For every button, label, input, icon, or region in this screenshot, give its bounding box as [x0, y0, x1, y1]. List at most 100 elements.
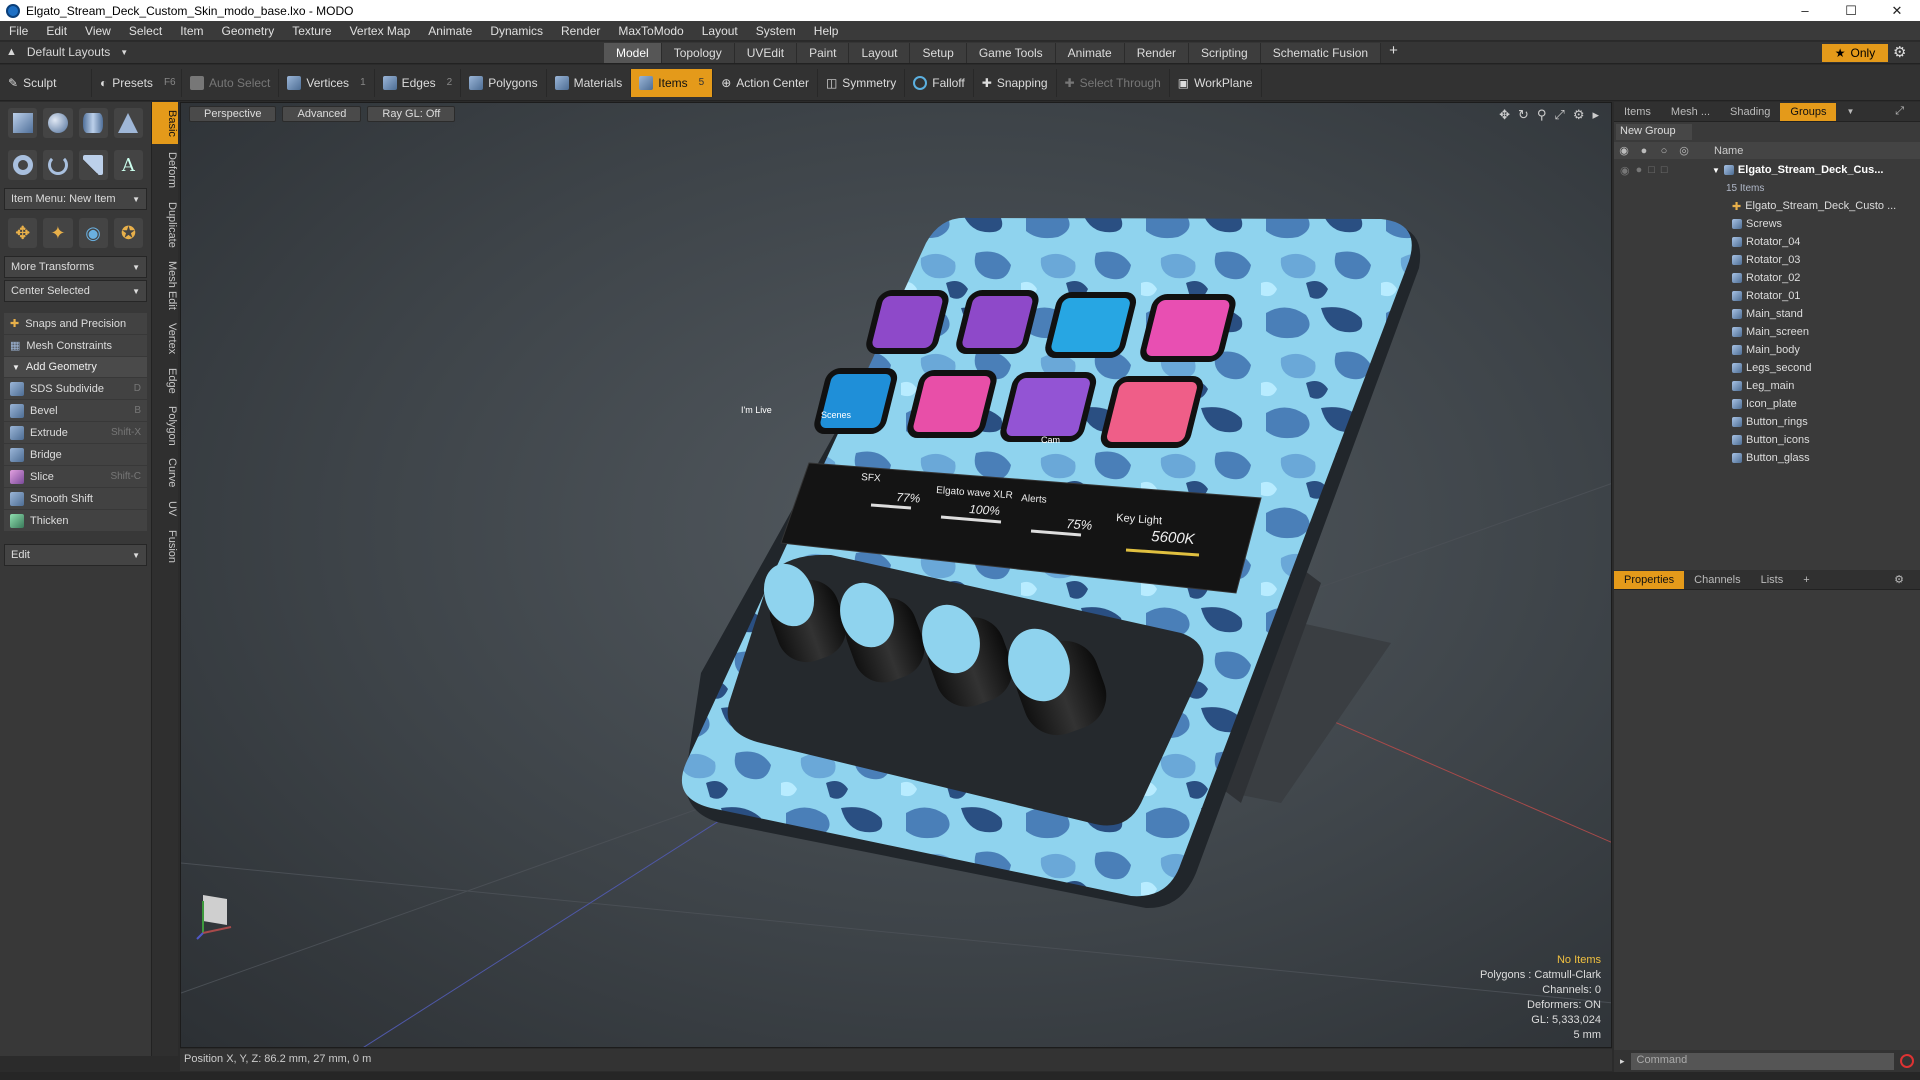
tree-row[interactable]: Legs_second: [1614, 359, 1920, 377]
tab-model[interactable]: Model: [604, 43, 662, 63]
vtab-edge[interactable]: Edge: [152, 362, 178, 400]
extrude-button[interactable]: Extrude Shift-X: [4, 422, 147, 443]
menu-texture[interactable]: Texture: [283, 24, 340, 38]
add-geometry-section[interactable]: ▼ Add Geometry: [4, 357, 147, 377]
text-tool-icon[interactable]: A: [113, 150, 143, 180]
edit-dropdown[interactable]: Edit ▼: [4, 544, 147, 566]
menu-select[interactable]: Select: [120, 24, 171, 38]
tab-render[interactable]: Render: [1124, 43, 1190, 63]
pen-tool-icon[interactable]: [78, 150, 108, 180]
workplane-button[interactable]: ▣ WorkPlane: [1170, 68, 1262, 97]
viewport-gear-icon[interactable]: ⚙: [1573, 107, 1585, 123]
tree-row-root[interactable]: ◉ ● □ □ ▼ Elgato_Stream_Deck_Cus...: [1614, 161, 1920, 179]
expand-arrow-icon[interactable]: ▼: [1712, 166, 1720, 175]
tab-lists[interactable]: Lists: [1751, 571, 1794, 589]
symmetry-button[interactable]: ◫ Symmetry: [818, 68, 906, 97]
vtab-vertex[interactable]: Vertex: [152, 316, 178, 362]
tab-channels[interactable]: Channels: [1684, 571, 1750, 589]
vtab-deform[interactable]: Deform: [152, 144, 178, 196]
tab-uvedit[interactable]: UVEdit: [734, 43, 798, 63]
snapping-button[interactable]: ✚ Snapping: [974, 68, 1057, 97]
select-through-button[interactable]: ✚ Select Through: [1057, 68, 1170, 97]
shading-mode-dropdown[interactable]: Advanced: [282, 106, 362, 122]
tree-row[interactable]: Rotator_01: [1614, 287, 1920, 305]
menu-file[interactable]: File: [0, 24, 37, 38]
cube-primitive-icon[interactable]: [8, 108, 38, 138]
menu-vertex-map[interactable]: Vertex Map: [341, 24, 420, 38]
move-tool-icon[interactable]: ✥: [8, 218, 38, 248]
zoom-icon[interactable]: ⚲: [1537, 107, 1547, 123]
tab-mesh[interactable]: Mesh ...: [1661, 103, 1720, 121]
more-transforms-dropdown[interactable]: More Transforms ▼: [4, 256, 147, 278]
menu-system[interactable]: System: [747, 24, 805, 38]
tree-row[interactable]: ✚ Elgato_Stream_Deck_Custo ...: [1614, 197, 1920, 215]
tree-row[interactable]: Button_rings: [1614, 413, 1920, 431]
transform-tool-icon[interactable]: ✪: [113, 218, 143, 248]
menu-edit[interactable]: Edit: [37, 24, 76, 38]
menu-geometry[interactable]: Geometry: [213, 24, 284, 38]
tab-shading[interactable]: Shading: [1720, 103, 1780, 121]
lock-checkbox[interactable]: □: [1648, 164, 1655, 177]
menu-item[interactable]: Item: [171, 24, 212, 38]
pan-icon[interactable]: ✥: [1499, 107, 1510, 123]
lock-column-icon[interactable]: ○: [1654, 145, 1674, 157]
eye-icon[interactable]: ◉: [1620, 164, 1630, 177]
bevel-button[interactable]: Bevel B: [4, 400, 147, 421]
thicken-button[interactable]: Thicken: [4, 510, 147, 531]
raygl-toggle[interactable]: Ray GL: Off: [367, 106, 456, 122]
tree-row[interactable]: Button_icons: [1614, 431, 1920, 449]
tree-row[interactable]: Main_body: [1614, 341, 1920, 359]
add-tab-icon[interactable]: +: [1381, 43, 1406, 63]
smooth-shift-button[interactable]: Smooth Shift: [4, 488, 147, 509]
auto-select-button[interactable]: Auto Select: [182, 68, 280, 97]
vtab-mesh-edit[interactable]: Mesh Edit: [152, 254, 178, 316]
tree-row[interactable]: Rotator_03: [1614, 251, 1920, 269]
chevron-down-icon[interactable]: ▼: [1836, 104, 1864, 119]
stop-icon[interactable]: [1900, 1054, 1914, 1068]
presets-button[interactable]: ◐ Presets F6: [92, 68, 182, 97]
vtab-basic[interactable]: Basic: [152, 102, 178, 144]
materials-button[interactable]: Materials: [547, 68, 632, 97]
tree-row[interactable]: Main_screen: [1614, 323, 1920, 341]
render-column-icon[interactable]: ●: [1634, 145, 1654, 157]
vtab-uv[interactable]: UV: [152, 494, 178, 524]
view-type-dropdown[interactable]: Perspective: [189, 106, 277, 122]
vtab-curve[interactable]: Curve: [152, 452, 178, 494]
maximize-viewport-icon[interactable]: ⤢: [1554, 107, 1564, 123]
expand-panel-icon[interactable]: ⤢: [1885, 102, 1914, 121]
tree-row[interactable]: Leg_main: [1614, 377, 1920, 395]
minimize-icon[interactable]: –: [1782, 0, 1828, 21]
scale-tool-icon[interactable]: ◉: [78, 218, 108, 248]
vertices-button[interactable]: Vertices 1: [279, 68, 375, 97]
snaps-precision-button[interactable]: ✚ Snaps and Precision: [4, 313, 147, 334]
gear-icon[interactable]: ⚙: [1893, 43, 1906, 61]
tree-row[interactable]: Button_glass: [1614, 449, 1920, 467]
default-layouts-dropdown[interactable]: ▲ Default Layouts ▼: [6, 45, 128, 59]
tab-setup[interactable]: Setup: [910, 43, 967, 63]
item-menu-dropdown[interactable]: Item Menu: New Item ▼: [4, 188, 147, 210]
tree-row[interactable]: Rotator_02: [1614, 269, 1920, 287]
tree-row[interactable]: Icon_plate: [1614, 395, 1920, 413]
close-icon[interactable]: ✕: [1874, 0, 1920, 21]
torus-primitive-icon[interactable]: [8, 150, 38, 180]
orbit-icon[interactable]: ↻: [1518, 107, 1529, 123]
tab-animate[interactable]: Animate: [1055, 43, 1125, 63]
menu-maxtomodo[interactable]: MaxToModo: [609, 24, 692, 38]
slice-button[interactable]: Slice Shift-C: [4, 466, 147, 487]
items-button[interactable]: Items 5: [631, 68, 714, 97]
tab-schematic-fusion[interactable]: Schematic Fusion: [1260, 43, 1382, 63]
command-input[interactable]: Command: [1630, 1052, 1894, 1070]
menu-animate[interactable]: Animate: [419, 24, 481, 38]
render-icon[interactable]: ●: [1636, 164, 1643, 177]
menu-layout[interactable]: Layout: [693, 24, 747, 38]
select-checkbox[interactable]: □: [1661, 164, 1668, 177]
tab-scripting[interactable]: Scripting: [1189, 43, 1261, 63]
tab-layout[interactable]: Layout: [849, 43, 911, 63]
add-tab-icon[interactable]: +: [1793, 571, 1819, 589]
action-center-button[interactable]: ⊕ Action Center: [713, 68, 818, 97]
viewport-menu-icon[interactable]: ▸: [1592, 107, 1599, 123]
polygons-button[interactable]: Polygons: [461, 68, 547, 97]
center-selected-dropdown[interactable]: Center Selected ▼: [4, 280, 147, 302]
tube-primitive-icon[interactable]: [43, 150, 73, 180]
sds-subdivide-button[interactable]: SDS Subdivide D: [4, 378, 147, 399]
